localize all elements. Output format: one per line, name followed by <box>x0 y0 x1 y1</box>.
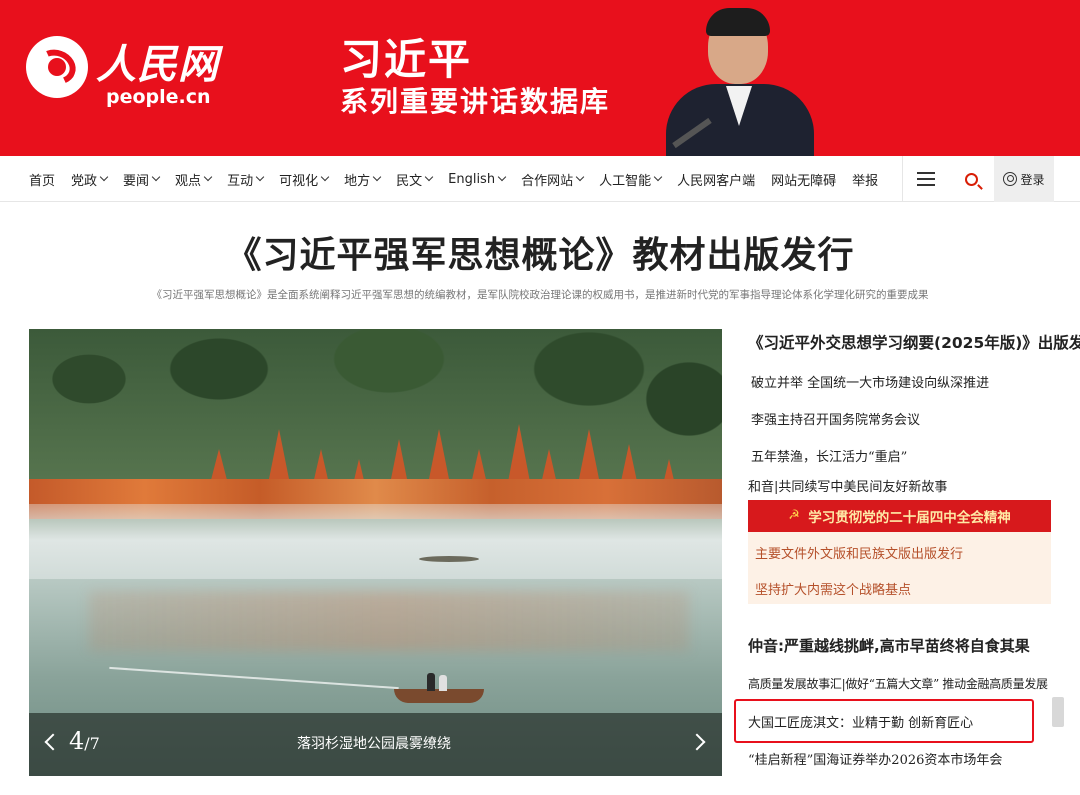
menu-button[interactable] <box>902 156 948 202</box>
chevron-down-icon <box>99 172 109 182</box>
banner-title[interactable]: 习近平 <box>340 26 472 87</box>
header-banner: 人民网 people.cn 习近平 系列重要讲话数据库 <box>0 0 1080 156</box>
news-link[interactable]: 大国工匠庞淇文：业精于勤 创新育匠心 <box>748 712 973 731</box>
user-icon <box>1003 172 1018 186</box>
news-link[interactable]: 高质量发展故事汇|做好“五篇大文章” 推动金融高质量发展 <box>748 675 1048 692</box>
headline-subtitle: 《习近平强军思想概论》是全面系统阐释习近平强军思想的统编教材，是军队院校政治理论… <box>151 289 929 301</box>
banner-portrait <box>660 6 820 156</box>
scrollbar[interactable] <box>1052 697 1064 727</box>
chevron-down-icon <box>497 172 507 182</box>
nav-item-label: 人工智能 <box>599 173 652 189</box>
nav-item-label: 观点 <box>175 173 202 189</box>
banner-subtitle[interactable]: 系列重要讲话数据库 <box>340 80 610 120</box>
nav-item-label: 要闻 <box>123 173 150 189</box>
chevron-down-icon <box>255 172 265 182</box>
nav-item-label: 互动 <box>227 173 254 189</box>
nav-list: 首页 党政 要闻 观点 互动 可视化 地方 民文 English 合作网站 人工智能 人民网客户端 网站… <box>29 156 878 202</box>
login-label: 登录 <box>1020 172 1045 187</box>
party-emblem-icon: ☭ <box>788 508 800 523</box>
nav-item-label: 可视化 <box>279 173 319 189</box>
slide-current: 4 <box>69 727 85 755</box>
slide-counter: 4/7 <box>69 727 100 755</box>
promo-header-label: 学习贯彻党的二十届四中全会精神 <box>808 510 1011 526</box>
nav-item-label: 人民网客户端 <box>677 173 756 189</box>
chevron-down-icon <box>575 172 585 182</box>
hamburger-icon <box>916 172 935 186</box>
nav-item[interactable]: 网站无障碍 <box>771 170 836 189</box>
logo-icon <box>26 36 88 98</box>
nav-item-label: 网站无障碍 <box>771 173 837 189</box>
nav-item-label: English <box>448 171 496 187</box>
promo-header[interactable]: ☭ 学习贯彻党的二十届四中全会精神 <box>748 500 1051 532</box>
login-button[interactable]: 登录 <box>994 156 1054 202</box>
nav-item[interactable]: 合作网站 <box>521 170 585 189</box>
news-link[interactable]: 破立并举 全国统一大市场建设向纵深推进 <box>751 372 989 391</box>
slide-caption[interactable]: 落羽杉湿地公园晨雾缭绕 <box>209 733 539 753</box>
chevron-down-icon <box>151 172 161 182</box>
nav-item[interactable]: 可视化 <box>279 170 330 189</box>
boat <box>394 689 484 703</box>
promo-link[interactable]: 坚持扩大内需这个战略基点 <box>755 579 911 598</box>
chevron-down-icon <box>372 172 382 182</box>
search-button[interactable] <box>948 156 994 202</box>
nav-item[interactable]: 党政 <box>71 170 109 189</box>
promo-panel: ☭ 学习贯彻党的二十届四中全会精神 主要文件外文版和民族文版出版发行 坚持扩大内… <box>748 500 1051 604</box>
nav-item[interactable]: 观点 <box>175 170 213 189</box>
news-link[interactable]: 五年禁渔，长江活力“重启” <box>751 446 907 465</box>
nav-item[interactable]: 举报 <box>852 170 878 189</box>
search-icon <box>964 172 978 186</box>
nav-item-label: 举报 <box>852 173 879 189</box>
nav-item[interactable]: 民文 <box>396 170 434 189</box>
nav-item[interactable]: 要闻 <box>123 170 161 189</box>
chevron-down-icon <box>653 172 663 182</box>
nav-item[interactable]: 互动 <box>227 170 265 189</box>
nav-tools: 登录 <box>902 156 1054 202</box>
nav-item[interactable]: 首页 <box>29 170 55 189</box>
nav-item-label: 合作网站 <box>521 173 574 189</box>
chevron-down-icon <box>424 172 434 182</box>
nav-item[interactable]: 人民网客户端 <box>677 170 755 189</box>
nav-item-label: 党政 <box>71 173 98 189</box>
logo-text-cn: 人民网 <box>96 41 219 88</box>
nav-item-label: 民文 <box>396 173 423 189</box>
chevron-down-icon <box>320 172 330 182</box>
nav-item[interactable]: English <box>448 171 507 187</box>
commentary-headline[interactable]: 仲音:严重越线挑衅,高市早苗终将自食其果 <box>748 635 1030 656</box>
lead-headline[interactable]: 《习近平外交思想学习纲要(2025年版)》出版发行 <box>748 331 1080 353</box>
logo-text-en: people.cn <box>106 86 211 108</box>
main-nav: 首页 党政 要闻 观点 互动 可视化 地方 民文 English 合作网站 人工智能 人民网客户端 网站… <box>0 156 1080 202</box>
chevron-down-icon <box>203 172 213 182</box>
slide-total: /7 <box>84 734 100 753</box>
nav-item[interactable]: 地方 <box>344 170 382 189</box>
news-link[interactable]: “桂启新程”国海证券举办2026资本市场年会 <box>748 749 1002 768</box>
news-link[interactable]: 和音|共同续写中美民间友好新故事 <box>748 476 947 495</box>
people-logo[interactable]: 人民网 people.cn <box>26 32 219 112</box>
nav-item[interactable]: 人工智能 <box>599 170 663 189</box>
nav-item-label: 首页 <box>29 173 56 189</box>
promo-link[interactable]: 主要文件外文版和民族文版出版发行 <box>755 543 963 562</box>
photo-carousel[interactable]: 4/7 落羽杉湿地公园晨雾缭绕 <box>29 329 722 776</box>
headline-title[interactable]: 《习近平强军思想概论》教材出版发行 <box>0 226 1080 278</box>
nav-item-label: 地方 <box>344 173 371 189</box>
news-link[interactable]: 李强主持召开国务院常务会议 <box>751 409 920 428</box>
